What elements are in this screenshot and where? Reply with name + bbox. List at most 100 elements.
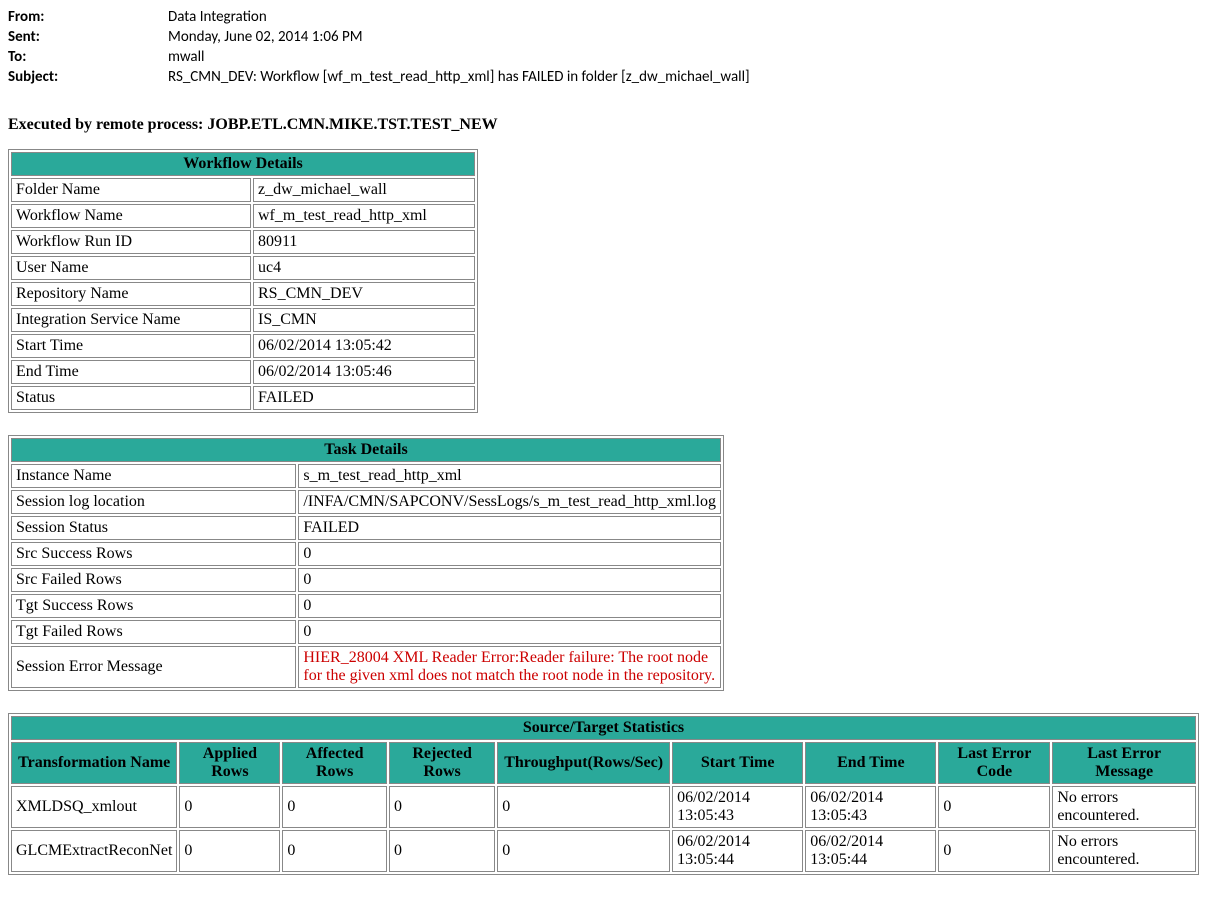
- workflow-field-label: Folder Name: [11, 178, 251, 202]
- table-row: Instance Names_m_test_read_http_xml: [11, 464, 721, 488]
- workflow-field-value: IS_CMN: [253, 308, 475, 332]
- email-header: From: Data Integration Sent: Monday, Jun…: [8, 8, 1199, 86]
- workflow-field-value: wf_m_test_read_http_xml: [253, 204, 475, 228]
- email-sent-label: Sent:: [8, 28, 168, 46]
- table-row: Start Time06/02/2014 13:05:42: [11, 334, 475, 358]
- task-field-label: Session Error Message: [11, 646, 296, 688]
- stats-cell: 0: [389, 786, 495, 828]
- task-field-value: FAILED: [298, 516, 721, 540]
- workflow-field-label: Status: [11, 386, 251, 410]
- task-field-value: 0: [298, 594, 721, 618]
- stats-column-header: End Time: [805, 742, 936, 784]
- task-field-label: Session log location: [11, 490, 296, 514]
- stats-cell: 0: [389, 830, 495, 872]
- email-subject-label: Subject:: [8, 68, 168, 86]
- task-field-label: Tgt Success Rows: [11, 594, 296, 618]
- task-details-header: Task Details: [11, 438, 721, 462]
- table-row: Tgt Failed Rows0: [11, 620, 721, 644]
- stats-column-header: Last Error Message: [1052, 742, 1196, 784]
- workflow-field-label: End Time: [11, 360, 251, 384]
- task-field-label: Instance Name: [11, 464, 296, 488]
- table-row: XMLDSQ_xmlout000006/02/2014 13:05:4306/0…: [11, 786, 1196, 828]
- table-row: Session Error MessageHIER_28004 XML Read…: [11, 646, 721, 688]
- stats-cell: 0: [179, 830, 280, 872]
- stats-cell: No errors encountered.: [1052, 830, 1196, 872]
- workflow-field-label: Integration Service Name: [11, 308, 251, 332]
- stats-cell: 0: [938, 786, 1050, 828]
- task-details-table: Task Details Instance Names_m_test_read_…: [8, 435, 724, 691]
- workflow-field-value: uc4: [253, 256, 475, 280]
- task-field-value: 0: [298, 542, 721, 566]
- workflow-field-label: User Name: [11, 256, 251, 280]
- table-row: Integration Service NameIS_CMN: [11, 308, 475, 332]
- stats-cell: 0: [497, 786, 670, 828]
- stats-cell: XMLDSQ_xmlout: [11, 786, 177, 828]
- workflow-details-header: Workflow Details: [11, 152, 475, 176]
- workflow-field-label: Start Time: [11, 334, 251, 358]
- workflow-field-value: 06/02/2014 13:05:46: [253, 360, 475, 384]
- workflow-details-table: Workflow Details Folder Namez_dw_michael…: [8, 149, 478, 413]
- stats-header: Source/Target Statistics: [11, 716, 1196, 740]
- table-row: Workflow Namewf_m_test_read_http_xml: [11, 204, 475, 228]
- table-row: User Nameuc4: [11, 256, 475, 280]
- workflow-field-value: FAILED: [253, 386, 475, 410]
- stats-cell: 06/02/2014 13:05:43: [672, 786, 803, 828]
- task-field-value: HIER_28004 XML Reader Error:Reader failu…: [298, 646, 721, 688]
- email-from-label: From:: [8, 8, 168, 26]
- email-subject-value: RS_CMN_DEV: Workflow [wf_m_test_read_htt…: [168, 68, 1199, 86]
- workflow-field-label: Repository Name: [11, 282, 251, 306]
- stats-column-header: Rejected Rows: [389, 742, 495, 784]
- task-field-label: Src Success Rows: [11, 542, 296, 566]
- executed-by-line: Executed by remote process: JOBP.ETL.CMN…: [8, 116, 1199, 134]
- task-field-label: Src Failed Rows: [11, 568, 296, 592]
- email-to-row: To: mwall: [8, 48, 1199, 66]
- task-field-value: 0: [298, 620, 721, 644]
- stats-column-header: Start Time: [672, 742, 803, 784]
- stats-column-header: Transformation Name: [11, 742, 177, 784]
- stats-column-header: Applied Rows: [179, 742, 280, 784]
- email-sent-value: Monday, June 02, 2014 1:06 PM: [168, 28, 1199, 46]
- workflow-field-value: 80911: [253, 230, 475, 254]
- table-row: StatusFAILED: [11, 386, 475, 410]
- stats-cell: No errors encountered.: [1052, 786, 1196, 828]
- stats-cell: 0: [938, 830, 1050, 872]
- stats-cell: 06/02/2014 13:05:43: [805, 786, 936, 828]
- stats-cell: 0: [179, 786, 280, 828]
- task-field-label: Session Status: [11, 516, 296, 540]
- table-row: Session StatusFAILED: [11, 516, 721, 540]
- workflow-field-value: 06/02/2014 13:05:42: [253, 334, 475, 358]
- email-from-value: Data Integration: [168, 8, 1199, 26]
- stats-column-header: Affected Rows: [282, 742, 387, 784]
- task-field-value: s_m_test_read_http_xml: [298, 464, 721, 488]
- workflow-field-label: Workflow Run ID: [11, 230, 251, 254]
- stats-cell: 06/02/2014 13:05:44: [672, 830, 803, 872]
- email-subject-row: Subject: RS_CMN_DEV: Workflow [wf_m_test…: [8, 68, 1199, 86]
- table-row: Tgt Success Rows0: [11, 594, 721, 618]
- stats-cell: 06/02/2014 13:05:44: [805, 830, 936, 872]
- table-row: Session log location/INFA/CMN/SAPCONV/Se…: [11, 490, 721, 514]
- table-row: End Time06/02/2014 13:05:46: [11, 360, 475, 384]
- stats-cell: GLCMExtractReconNet: [11, 830, 177, 872]
- table-row: Repository NameRS_CMN_DEV: [11, 282, 475, 306]
- email-from-row: From: Data Integration: [8, 8, 1199, 26]
- task-field-value: 0: [298, 568, 721, 592]
- workflow-field-label: Workflow Name: [11, 204, 251, 228]
- email-to-label: To:: [8, 48, 168, 66]
- table-row: Folder Namez_dw_michael_wall: [11, 178, 475, 202]
- stats-cell: 0: [282, 786, 387, 828]
- table-row: Workflow Run ID80911: [11, 230, 475, 254]
- email-sent-row: Sent: Monday, June 02, 2014 1:06 PM: [8, 28, 1199, 46]
- table-row: Src Failed Rows0: [11, 568, 721, 592]
- table-row: Src Success Rows0: [11, 542, 721, 566]
- stats-cell: 0: [282, 830, 387, 872]
- stats-column-header: Last Error Code: [938, 742, 1050, 784]
- workflow-field-value: z_dw_michael_wall: [253, 178, 475, 202]
- table-row: GLCMExtractReconNet000006/02/2014 13:05:…: [11, 830, 1196, 872]
- email-to-value: mwall: [168, 48, 1199, 66]
- task-field-value: /INFA/CMN/SAPCONV/SessLogs/s_m_test_read…: [298, 490, 721, 514]
- workflow-field-value: RS_CMN_DEV: [253, 282, 475, 306]
- task-field-label: Tgt Failed Rows: [11, 620, 296, 644]
- stats-cell: 0: [497, 830, 670, 872]
- stats-table: Source/Target Statistics Transformation …: [8, 713, 1199, 875]
- stats-column-header: Throughput(Rows/Sec): [497, 742, 670, 784]
